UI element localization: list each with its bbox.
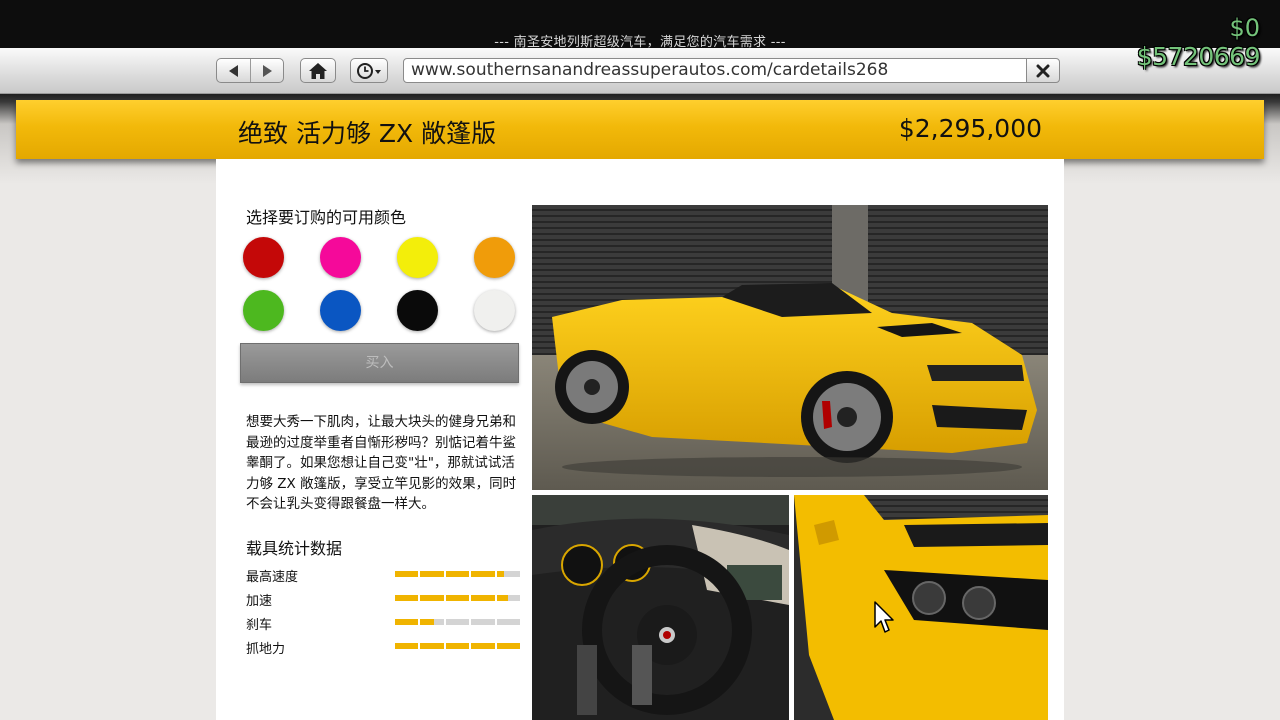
stat-bar-traction bbox=[395, 643, 521, 649]
stats-heading: 载具统计数据 bbox=[246, 539, 343, 558]
stat-segment bbox=[395, 643, 419, 649]
stat-segment bbox=[420, 595, 444, 601]
color-swatch-blue[interactable] bbox=[320, 290, 361, 331]
forward-arrow-icon bbox=[262, 64, 272, 77]
stat-segment bbox=[471, 595, 495, 601]
stat-bar-braking bbox=[395, 619, 521, 625]
color-swatch-green[interactable] bbox=[243, 290, 284, 331]
stat-segment bbox=[496, 595, 521, 601]
vehicle-description: 想要大秀一下肌肉，让最大块头的健身兄弟和最逊的过度举重者自惭形秽吗？别惦记着牛鲨… bbox=[246, 414, 517, 512]
stat-segment bbox=[471, 619, 495, 625]
color-swatch-pink[interactable] bbox=[320, 237, 361, 278]
interior-photo[interactable] bbox=[532, 495, 789, 720]
mouse-cursor-icon bbox=[874, 601, 894, 633]
stat-segment bbox=[420, 571, 444, 577]
back-button[interactable] bbox=[217, 59, 250, 82]
history-button[interactable] bbox=[350, 58, 388, 83]
stat-label-acceleration: 加速 bbox=[246, 594, 273, 609]
browser-toolbar: www.southernsanandreassuperautos.com/car… bbox=[0, 48, 1280, 94]
stat-segment bbox=[420, 643, 444, 649]
stat-segment bbox=[445, 571, 470, 577]
stat-segment bbox=[445, 643, 470, 649]
close-x-icon bbox=[1036, 64, 1050, 77]
vehicle-price: $2,295,000 bbox=[898, 114, 1042, 143]
stat-segment bbox=[496, 571, 521, 577]
stat-segment bbox=[395, 571, 419, 577]
clock-history-icon bbox=[357, 62, 381, 79]
nav-buttons bbox=[216, 58, 284, 83]
stat-segment bbox=[471, 643, 495, 649]
vehicle-banner: 绝致 活力够 ZX 敞篷版 $2,295,000 bbox=[16, 100, 1264, 159]
hud-bank: $5720669 bbox=[1136, 42, 1261, 71]
home-icon bbox=[309, 62, 327, 79]
stat-segment bbox=[395, 595, 419, 601]
color-swatch-black[interactable] bbox=[397, 290, 438, 331]
stat-segment bbox=[471, 571, 495, 577]
stat-label-traction: 抓地力 bbox=[246, 642, 286, 657]
buy-button[interactable]: 买入 bbox=[240, 343, 519, 383]
stat-bar-top-speed bbox=[395, 571, 521, 577]
color-swatch-yellow[interactable] bbox=[397, 237, 438, 278]
home-button[interactable] bbox=[300, 58, 336, 83]
headlight-photo[interactable] bbox=[794, 495, 1048, 720]
top-bar: --- 南圣安地列斯超级汽车，满足您的汽车需求 --- bbox=[0, 0, 1280, 50]
color-swatch-red[interactable] bbox=[243, 237, 284, 278]
url-bar[interactable]: www.southernsanandreassuperautos.com/car… bbox=[403, 58, 1027, 83]
stat-segment bbox=[496, 643, 521, 649]
stat-segment bbox=[445, 595, 470, 601]
forward-button[interactable] bbox=[250, 59, 283, 82]
hud-cash: $0 bbox=[1229, 14, 1260, 42]
car-side-photo[interactable] bbox=[532, 205, 1048, 490]
stat-bar-acceleration bbox=[395, 595, 521, 601]
stat-segment bbox=[496, 619, 521, 625]
vehicle-name: 绝致 活力够 ZX 敞篷版 bbox=[238, 119, 497, 148]
color-swatch-white[interactable] bbox=[474, 290, 515, 331]
stat-label-braking: 刹车 bbox=[246, 618, 273, 633]
stat-segment bbox=[395, 619, 419, 625]
colors-heading: 选择要订购的可用颜色 bbox=[246, 208, 407, 227]
stat-segment bbox=[420, 619, 444, 625]
color-swatch-orange[interactable] bbox=[474, 237, 515, 278]
back-arrow-icon bbox=[229, 64, 238, 77]
stat-label-top-speed: 最高速度 bbox=[246, 570, 299, 585]
close-button[interactable] bbox=[1026, 58, 1060, 83]
stat-segment bbox=[445, 619, 470, 625]
